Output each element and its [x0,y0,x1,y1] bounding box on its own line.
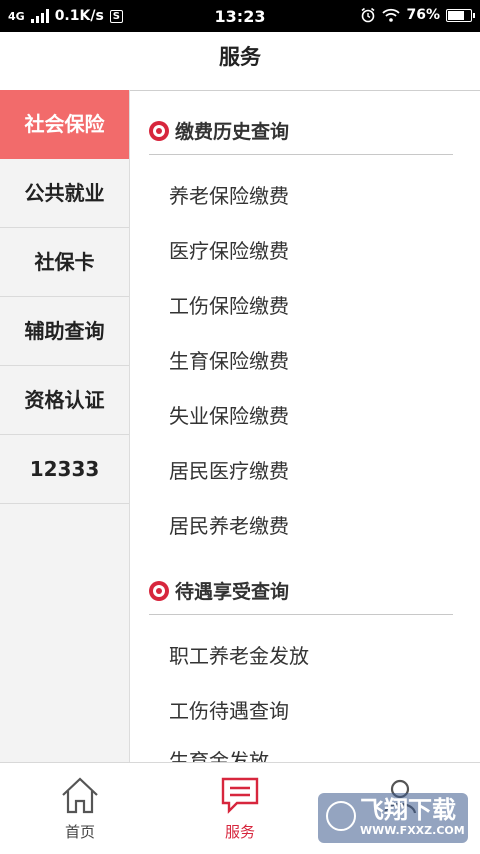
target-icon [149,580,169,601]
category-sidebar: 社会保险 公共就业 社保卡 辅助查询 资格认证 12333 [0,90,130,762]
list-item[interactable]: 职工养老金发放 [169,640,309,669]
page-title: 服务 [0,32,480,91]
sidebar-item-public-employment[interactable]: 公共就业 [0,159,129,228]
sidebar-item-qualification-cert[interactable]: 资格认证 [0,366,129,435]
list-item[interactable]: 居民医疗缴费 [169,455,289,484]
sidebar-item-social-security-card[interactable]: 社保卡 [0,228,129,297]
target-icon [149,120,169,141]
service-content: 缴费历史查询 养老保险缴费 医疗保险缴费 工伤保险缴费 生育保险缴费 失业保险缴… [131,90,480,762]
status-bar: 4G 0.1K/s S 13:23 76% [0,0,480,32]
status-right: 76% [360,7,475,23]
section-divider [149,154,453,155]
nav-service[interactable]: 服务 [185,775,295,842]
list-item[interactable]: 失业保险缴费 [169,400,289,429]
nav-home-label: 首页 [64,823,95,841]
section-title: 缴费历史查询 [149,117,289,144]
section-title: 待遇享受查询 [149,577,289,604]
list-item[interactable]: 医疗保险缴费 [169,235,289,264]
watermark: 飞翔下载 WWW.FXXZ.COM [318,793,468,843]
list-item[interactable]: 养老保险缴费 [169,180,289,209]
list-item[interactable]: 居民养老缴费 [169,510,289,539]
list-item[interactable]: 生育金发放 [169,745,269,762]
watermark-url: WWW.FXXZ.COM [360,824,465,837]
watermark-logo-icon [326,801,356,831]
list-item[interactable]: 工伤待遇查询 [169,695,289,724]
list-item[interactable]: 生育保险缴费 [169,345,289,374]
sidebar-item-12333[interactable]: 12333 [0,435,129,504]
section-divider [149,614,453,615]
home-icon [62,777,98,814]
alarm-icon [361,7,375,23]
wifi-icon [382,8,401,22]
sidebar-item-social-insurance[interactable]: 社会保险 [0,90,129,159]
section-title-text: 缴费历史查询 [175,121,290,143]
section-title-text: 待遇享受查询 [175,581,290,603]
nav-home[interactable]: 首页 [25,775,135,842]
watermark-text: 飞翔下载 [360,796,456,824]
nav-service-label: 服务 [224,823,255,841]
battery-icon [446,8,475,22]
sidebar-item-auxiliary-query[interactable]: 辅助查询 [0,297,129,366]
message-icon [221,777,259,814]
list-item[interactable]: 工伤保险缴费 [169,290,289,319]
battery-percent: 76% [406,7,440,23]
